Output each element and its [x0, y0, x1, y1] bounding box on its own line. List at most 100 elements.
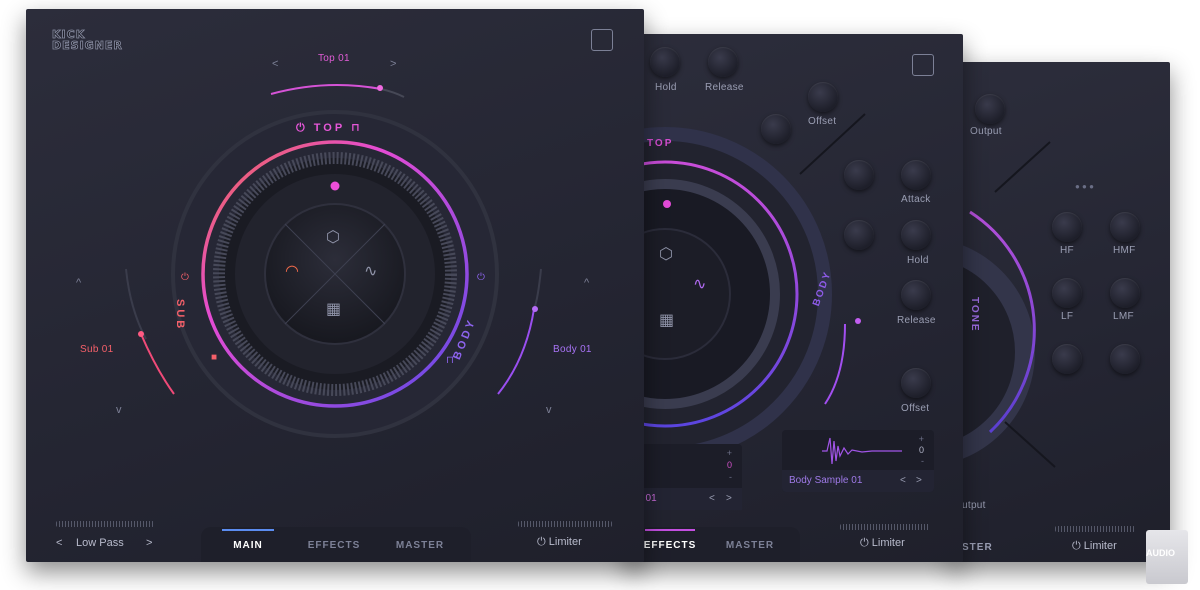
page-dots[interactable]: ● ● ●: [1075, 182, 1094, 191]
master-tab-partial[interactable]: STER: [962, 542, 993, 553]
left-value: 0: [726, 460, 732, 470]
offset-label: Offset: [808, 116, 837, 127]
limiter-button[interactable]: ⏻ Limiter: [537, 536, 582, 549]
app-logo: KICK DESIGNER: [52, 28, 123, 52]
minus-button[interactable]: -: [921, 456, 924, 466]
plus-button[interactable]: +: [919, 434, 924, 444]
offset2-knob[interactable]: [901, 368, 931, 398]
grid-icon[interactable]: ▦: [326, 299, 341, 319]
attack-shape-knob[interactable]: [844, 160, 874, 190]
limiter-slider[interactable]: [1055, 526, 1135, 532]
hold2-label: Hold: [907, 255, 929, 266]
lmf-label: LMF: [1113, 311, 1134, 322]
output-bottom-label: utput: [962, 500, 986, 511]
sub-lock-icon[interactable]: ■: [211, 352, 217, 363]
tone-ring-graphic: [950, 141, 1056, 468]
filter-value: Low Pass: [76, 537, 124, 549]
body-down-arrow[interactable]: v: [546, 404, 552, 416]
cube-icon[interactable]: ⬡: [326, 227, 340, 247]
limiter-label: Limiter: [548, 536, 582, 548]
tab-main[interactable]: MAIN: [218, 540, 278, 551]
audio-watermark: AUDIO: [1146, 530, 1188, 584]
active-tab-indicator: [222, 529, 274, 531]
power-icon: ⏻: [296, 122, 308, 134]
filter-slider[interactable]: [56, 521, 154, 527]
limiter-label: Limiter: [871, 537, 905, 549]
limiter-button[interactable]: ⏻ Limiter: [1072, 540, 1117, 553]
wave-icon[interactable]: ∿: [364, 261, 377, 281]
release2-label: Release: [897, 315, 936, 326]
sub-preset-label[interactable]: Sub 01: [80, 344, 114, 355]
hold2-knob[interactable]: [901, 220, 931, 250]
limiter-button[interactable]: ⏻ Limiter: [860, 537, 905, 550]
release-knob[interactable]: [708, 47, 738, 77]
gauge-icon[interactable]: ◠: [285, 261, 299, 281]
curve-knob[interactable]: [761, 114, 791, 144]
power-icon: ⏻: [1072, 540, 1081, 552]
attack-knob[interactable]: [901, 160, 931, 190]
sub-ring-label[interactable]: SUB: [174, 299, 186, 331]
filter-next[interactable]: >: [146, 537, 152, 549]
release-label: Release: [705, 82, 744, 93]
left-plus[interactable]: +: [727, 448, 732, 458]
limiter-slider[interactable]: [840, 524, 930, 530]
body-preset-label[interactable]: Body 01: [553, 344, 592, 355]
tab-effects[interactable]: EFFECTS: [304, 540, 364, 551]
top-preset-label[interactable]: Top 01: [318, 53, 350, 64]
left-next[interactable]: >: [726, 493, 732, 504]
sub-power-icon[interactable]: ⏻: [181, 272, 189, 283]
power-icon: ⏻: [860, 537, 869, 549]
dice-icon[interactable]: [591, 29, 613, 51]
offset2-label: Offset: [901, 403, 930, 414]
left-minus[interactable]: -: [729, 472, 732, 482]
wave-icon[interactable]: ∿: [693, 274, 706, 294]
limiter-label: Limiter: [1083, 540, 1117, 552]
left-prev[interactable]: <: [709, 493, 715, 504]
panel-effects: Hold Release Offset Attack Hold Release …: [625, 34, 963, 562]
sample-box[interactable]: + 0 - Body Sample 01 < >: [782, 430, 934, 492]
attack-label: Attack: [901, 194, 931, 205]
panel-master: Output ● ● ● HF HMF LF LMF TONE utput ST…: [950, 62, 1170, 562]
tab-master[interactable]: MASTER: [720, 540, 780, 551]
panel-main: KICK DESIGNER < Top 01 > ⏻ TOP ⊓ SUB ⏻ ■…: [26, 9, 644, 562]
sub-down-arrow[interactable]: v: [116, 404, 122, 416]
output-knob[interactable]: [975, 94, 1005, 124]
top-ring-label[interactable]: ⏻ TOP ⊓: [296, 121, 363, 135]
sample-value: 0: [918, 445, 924, 455]
hf-knob[interactable]: [1052, 212, 1082, 242]
high-shelf-knob[interactable]: [1110, 344, 1140, 374]
dice-icon[interactable]: [912, 54, 934, 76]
lf-label: LF: [1061, 311, 1074, 322]
tone-label: TONE: [969, 297, 980, 333]
main-dial-graphic: [125, 84, 542, 438]
sample-next[interactable]: >: [916, 475, 922, 486]
sample-prev[interactable]: <: [900, 475, 906, 486]
hold-shape-knob[interactable]: [844, 220, 874, 250]
cube-icon[interactable]: ⬡: [659, 244, 673, 264]
body-lock-icon[interactable]: ⊓: [446, 355, 454, 366]
hold-label: Hold: [655, 82, 677, 93]
lf-knob[interactable]: [1052, 278, 1082, 308]
tab-master[interactable]: MASTER: [390, 540, 450, 551]
sample-name: Body Sample 01: [789, 475, 863, 486]
body-up-arrow[interactable]: ^: [584, 277, 589, 289]
release2-knob[interactable]: [901, 280, 931, 310]
hmf-knob[interactable]: [1110, 212, 1140, 242]
top-next-arrow[interactable]: >: [390, 58, 396, 70]
waveform: [822, 437, 902, 465]
active-tab-indicator: [645, 529, 695, 531]
hmf-label: HMF: [1113, 245, 1136, 256]
top-prev-arrow[interactable]: <: [272, 58, 278, 70]
sub-up-arrow[interactable]: ^: [76, 277, 81, 289]
body-power-icon[interactable]: ⏻: [477, 272, 485, 283]
lmf-knob[interactable]: [1110, 278, 1140, 308]
low-shelf-knob[interactable]: [1052, 344, 1082, 374]
grid-icon[interactable]: ▦: [659, 310, 674, 330]
offset-knob[interactable]: [808, 82, 838, 112]
limiter-slider[interactable]: [518, 521, 612, 527]
hold-knob[interactable]: [650, 47, 680, 77]
tab-effects[interactable]: EFFECTS: [640, 540, 700, 551]
output-label: Output: [970, 126, 1002, 137]
power-icon: ⏻: [537, 536, 546, 548]
filter-prev[interactable]: <: [56, 537, 62, 549]
